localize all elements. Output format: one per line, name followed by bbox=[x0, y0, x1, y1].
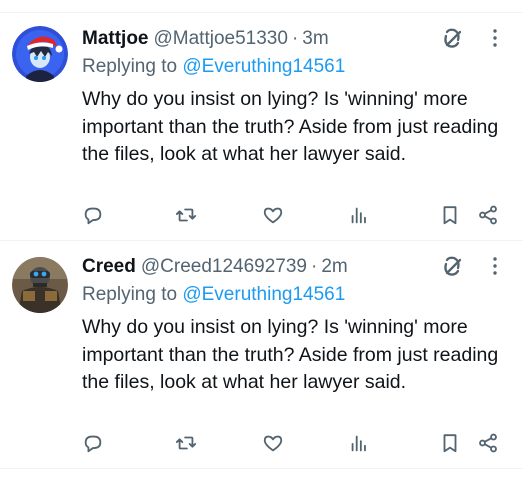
tweet-divider bbox=[0, 468, 523, 469]
share-button[interactable] bbox=[475, 202, 501, 228]
views-icon bbox=[351, 207, 366, 224]
bookmark-button[interactable] bbox=[437, 202, 463, 228]
tweet-text: Why do you insist on lying? Is 'winning'… bbox=[82, 316, 499, 393]
grok-icon[interactable] bbox=[438, 24, 466, 52]
views-button[interactable] bbox=[346, 202, 372, 228]
replying-prefix: Replying to bbox=[82, 284, 178, 305]
tweet-reply[interactable]: Creed @Creed124692739 · 2m Replying to @… bbox=[0, 241, 523, 469]
replying-handle-link[interactable]: @Everuthing14561 bbox=[182, 284, 345, 305]
action-bar bbox=[0, 202, 523, 230]
bookmark-button[interactable] bbox=[437, 430, 463, 456]
display-name[interactable]: Creed bbox=[82, 256, 136, 278]
views-icon bbox=[351, 435, 366, 452]
repost-icon bbox=[175, 436, 197, 450]
more-icon[interactable] bbox=[484, 255, 506, 277]
tweet-header: Creed @Creed124692739 · 2m bbox=[82, 254, 348, 280]
separator-dot: · bbox=[311, 256, 318, 277]
separator-dot: · bbox=[291, 28, 299, 49]
action-bar bbox=[0, 430, 523, 458]
like-icon bbox=[263, 435, 283, 452]
user-handle[interactable]: @Mattjoe51330 bbox=[154, 28, 288, 50]
replying-handle-link[interactable]: @Everuthing14561 bbox=[182, 56, 345, 77]
reply-button[interactable] bbox=[80, 202, 106, 228]
like-button[interactable] bbox=[260, 430, 286, 456]
tweet-reply[interactable]: Mattjoe @Mattjoe51330 · 3m Replying to @… bbox=[0, 13, 523, 241]
reply-button[interactable] bbox=[80, 430, 106, 456]
repost-button[interactable] bbox=[173, 430, 199, 456]
tweet-text: Why do you insist on lying? Is 'winning'… bbox=[82, 88, 499, 165]
replying-prefix: Replying to bbox=[82, 56, 178, 77]
reply-icon bbox=[84, 435, 102, 453]
like-button[interactable] bbox=[260, 202, 286, 228]
user-handle[interactable]: @Creed124692739 bbox=[141, 256, 307, 278]
display-name[interactable]: Mattjoe bbox=[82, 28, 149, 50]
share-icon bbox=[479, 433, 497, 453]
more-icon[interactable] bbox=[484, 27, 506, 49]
timestamp[interactable]: 2m bbox=[321, 256, 347, 278]
grok-icon[interactable] bbox=[438, 252, 466, 280]
repost-icon bbox=[175, 208, 197, 222]
replying-to: Replying to @Everuthing14561 bbox=[82, 56, 345, 78]
repost-button[interactable] bbox=[173, 202, 199, 228]
like-icon bbox=[263, 207, 283, 224]
share-button[interactable] bbox=[475, 430, 501, 456]
views-button[interactable] bbox=[346, 430, 372, 456]
tweet-header: Mattjoe @Mattjoe51330 · 3m bbox=[82, 26, 329, 52]
avatar[interactable] bbox=[12, 26, 68, 82]
reply-icon bbox=[84, 207, 102, 225]
timestamp[interactable]: 3m bbox=[302, 28, 328, 50]
bookmark-icon bbox=[443, 206, 457, 225]
avatar[interactable] bbox=[12, 257, 68, 313]
bookmark-icon bbox=[443, 434, 457, 453]
share-icon bbox=[479, 205, 497, 225]
replying-to: Replying to @Everuthing14561 bbox=[82, 284, 345, 306]
